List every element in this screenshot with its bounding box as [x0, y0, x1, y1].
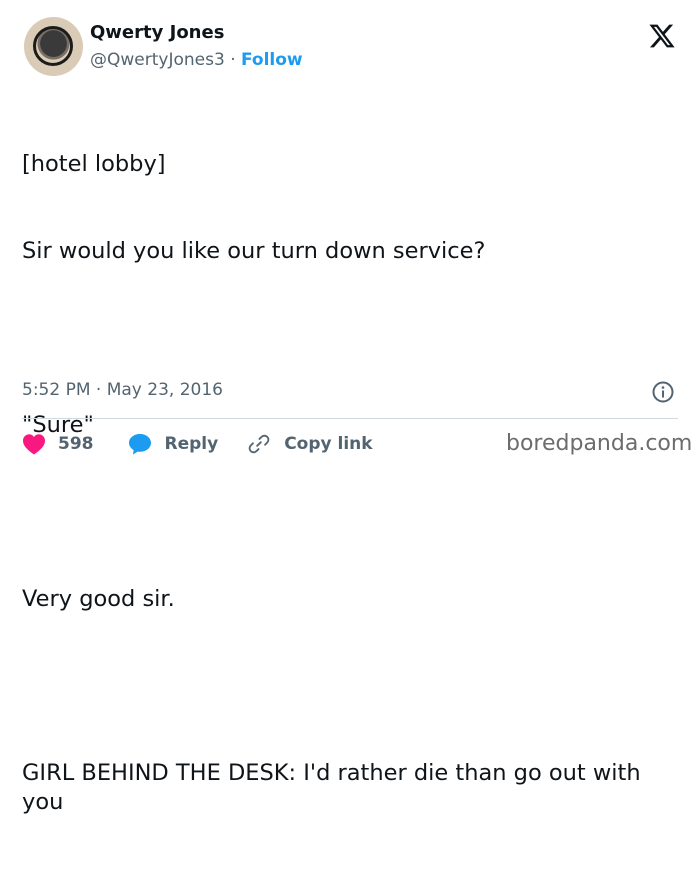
watermark: boredpanda.com [506, 431, 693, 456]
tweet-line: Very good sir. [22, 586, 175, 612]
follow-button[interactable]: Follow [241, 50, 303, 70]
heart-icon [23, 434, 45, 455]
tweet-line: Sir would you like our turn down service… [22, 238, 486, 264]
x-logo-icon[interactable] [648, 22, 676, 50]
link-icon [248, 434, 270, 454]
tweet-line: [hotel lobby] [22, 151, 166, 177]
like-button[interactable]: 598 [22, 433, 94, 455]
tweet-line [22, 324, 682, 353]
author-handle[interactable]: @QwertyJones3 [90, 50, 225, 70]
copy-link-label: Copy link [284, 434, 373, 454]
reply-bubble-icon [128, 434, 151, 455]
like-count: 598 [58, 434, 94, 454]
info-icon[interactable] [651, 380, 675, 404]
tweet-line [22, 498, 682, 527]
author-name[interactable]: Qwerty Jones [90, 22, 224, 43]
reply-button[interactable]: Reply [128, 433, 219, 455]
tweet-date: May 23, 2016 [106, 380, 223, 400]
tweet-time: 5:52 PM [22, 380, 91, 400]
time-separator: · [95, 380, 102, 400]
copy-link-button[interactable]: Copy link [248, 433, 373, 455]
divider [22, 418, 678, 419]
handle-separator: · [230, 50, 236, 70]
tweet-line: GIRL BEHIND THE DESK: I'd rather die tha… [22, 760, 648, 815]
author-handle-row: @QwertyJones3 · Follow [90, 50, 303, 70]
timestamp[interactable]: 5:52 PM · May 23, 2016 [22, 380, 223, 400]
tweet-text: [hotel lobby] Sir would you like our tur… [22, 92, 682, 875]
reply-label: Reply [164, 434, 219, 454]
avatar[interactable] [24, 17, 83, 76]
action-bar: 598 Reply Copy link [22, 431, 373, 457]
tweet-line [22, 672, 682, 701]
